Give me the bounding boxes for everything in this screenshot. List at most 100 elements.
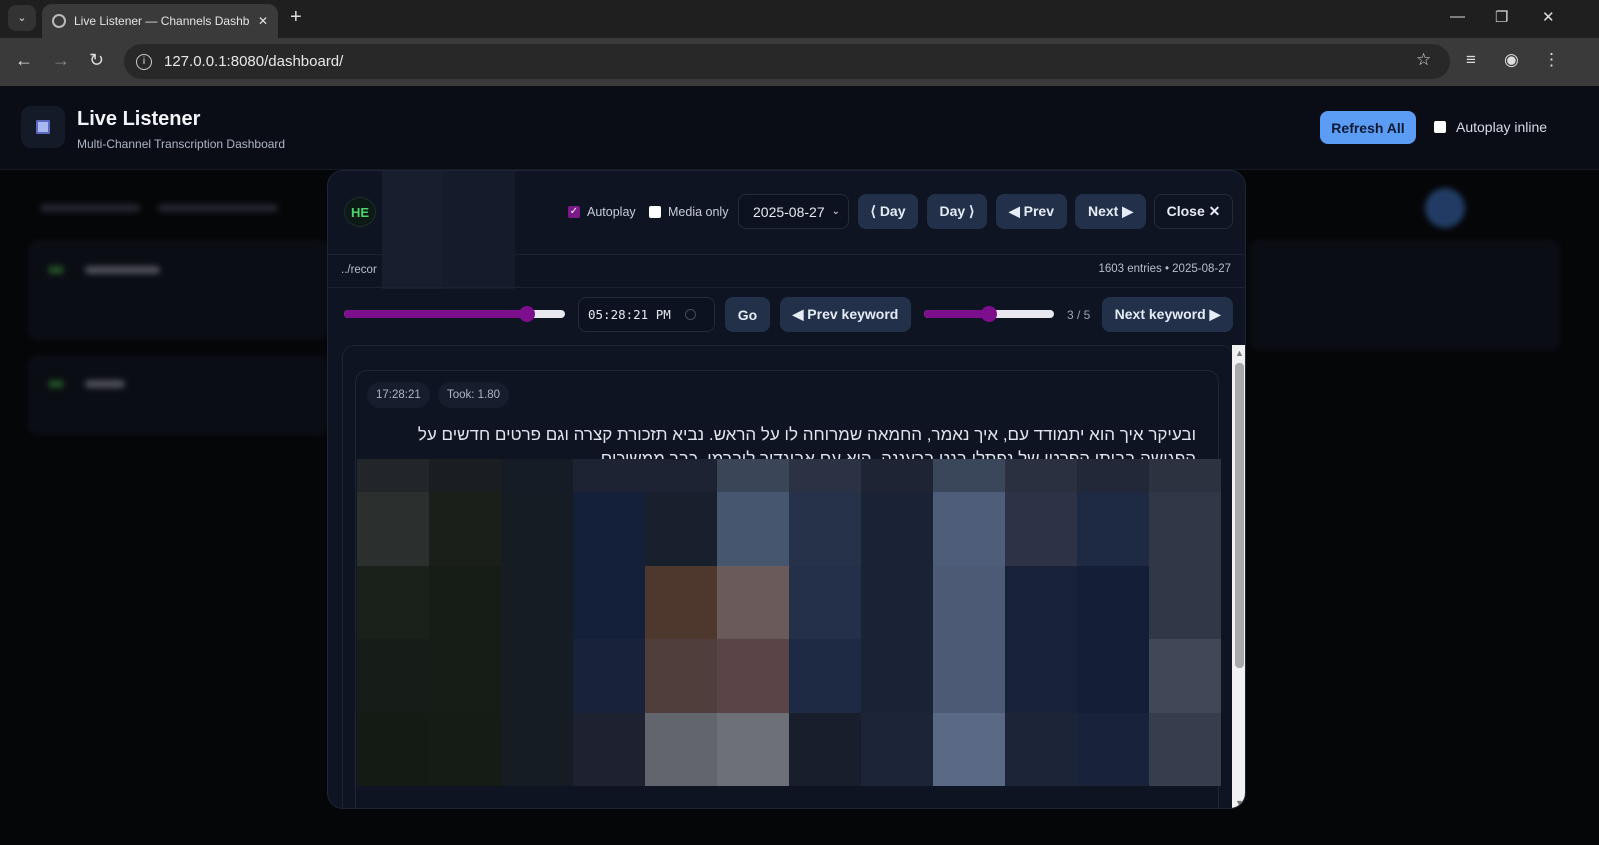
forward-icon[interactable]: → bbox=[52, 50, 70, 71]
media-pixel bbox=[717, 459, 789, 492]
scroll-up-icon[interactable]: ▲ bbox=[1235, 348, 1244, 358]
keyword-slider[interactable] bbox=[924, 306, 1054, 322]
browser-tab[interactable]: Live Listener — Channels Dashb ✕ bbox=[42, 4, 278, 38]
channel-card bbox=[28, 355, 328, 435]
media-pixel bbox=[1005, 459, 1077, 492]
entry-time: 17:28:21 bbox=[367, 382, 430, 408]
media-pixel bbox=[501, 459, 573, 492]
browser-toolbar: ← → ↻ i 127.0.0.1:8080/dashboard/ ☆ ≡ ◉ … bbox=[0, 38, 1599, 86]
tab-search-button[interactable]: ⌄ bbox=[8, 5, 36, 31]
media-pixel bbox=[645, 492, 717, 566]
address-bar[interactable]: i 127.0.0.1:8080/dashboard/ bbox=[124, 44, 1450, 79]
divider bbox=[328, 287, 1245, 288]
media-pixel bbox=[357, 713, 429, 786]
media-pixel bbox=[861, 459, 933, 492]
autoplay-inline-toggle[interactable]: Autoplay inline bbox=[1434, 119, 1547, 135]
profile-icon[interactable]: ◉ bbox=[1504, 50, 1519, 70]
media-pixel bbox=[789, 492, 861, 566]
app-title: Live Listener bbox=[77, 108, 201, 130]
transcript-feed[interactable]: 17:28:21 Took: 1.80 ובעיקר איך הוא יתמוד… bbox=[342, 345, 1234, 808]
feed-scrollbar[interactable]: ▲ ▼ bbox=[1232, 345, 1245, 808]
autoplay-label: Autoplay bbox=[587, 205, 636, 219]
media-pixel bbox=[861, 566, 933, 639]
date-select[interactable]: 2025-08-27 ⌄ bbox=[738, 194, 849, 229]
media-pixel bbox=[357, 492, 429, 566]
media-pixel bbox=[645, 459, 717, 492]
media-pixel bbox=[861, 492, 933, 566]
close-tab-icon[interactable]: ✕ bbox=[258, 14, 268, 28]
reload-icon[interactable]: ↻ bbox=[89, 50, 104, 71]
keyword-handle[interactable] bbox=[981, 306, 997, 322]
next-keyword-button[interactable]: Next keyword ▶ bbox=[1102, 297, 1233, 332]
media-pixel bbox=[933, 713, 1005, 786]
next-day-button[interactable]: Day ⟩ bbox=[927, 194, 987, 229]
new-tab-button[interactable]: + bbox=[290, 6, 302, 29]
media-pixel bbox=[1005, 566, 1077, 639]
media-pixel bbox=[717, 713, 789, 786]
transcript-modal: HE ✓ Autoplay Media only 2025-08-27 ⌄ ⟨ Da… bbox=[327, 170, 1246, 809]
keyword-fill bbox=[924, 310, 989, 318]
window-close-button[interactable]: ✕ bbox=[1542, 8, 1555, 26]
prev-button[interactable]: ◀ Prev bbox=[996, 194, 1067, 229]
media-pixel bbox=[1077, 713, 1149, 786]
next-button[interactable]: Next ▶ bbox=[1075, 194, 1146, 229]
media-pixel bbox=[789, 639, 861, 713]
bookmark-star-icon[interactable]: ☆ bbox=[1416, 50, 1431, 70]
minimize-button[interactable]: — bbox=[1450, 8, 1465, 25]
autoplay-toggle[interactable]: ✓ Autoplay bbox=[568, 205, 636, 219]
media-pixel bbox=[1077, 566, 1149, 639]
scrollbar-thumb[interactable] bbox=[1235, 363, 1244, 668]
time-input[interactable]: 05:28:21 PM bbox=[578, 297, 715, 332]
url-text: 127.0.0.1:8080/dashboard/ bbox=[164, 53, 344, 70]
autoplay-inline-checkbox[interactable] bbox=[1434, 121, 1446, 133]
media-pixel bbox=[1005, 492, 1077, 566]
media-pixel bbox=[573, 639, 645, 713]
timeline-slider[interactable] bbox=[344, 306, 565, 322]
media-pixel bbox=[1077, 459, 1149, 492]
media-pixel bbox=[429, 459, 501, 492]
tab-title: Live Listener — Channels Dashb bbox=[74, 14, 250, 28]
chevron-down-icon: ⌄ bbox=[831, 206, 840, 217]
media-pixel bbox=[645, 639, 717, 713]
media-pixel bbox=[1005, 713, 1077, 786]
autoplay-checkbox[interactable]: ✓ bbox=[568, 206, 580, 218]
media-pixel bbox=[573, 459, 645, 492]
prev-keyword-button[interactable]: ◀ Prev keyword bbox=[780, 297, 911, 332]
media-thumbnail-pixelated[interactable] bbox=[357, 459, 1221, 789]
clock-icon[interactable] bbox=[684, 309, 696, 320]
close-button[interactable]: Close ✕ bbox=[1154, 194, 1233, 229]
back-icon[interactable]: ← bbox=[15, 50, 33, 71]
media-pixel bbox=[1077, 492, 1149, 566]
media-only-toggle[interactable]: Media only bbox=[649, 205, 728, 219]
blurred-button bbox=[1425, 188, 1465, 228]
media-pixel bbox=[1149, 459, 1221, 492]
media-pixel bbox=[717, 566, 789, 639]
media-pixel bbox=[429, 639, 501, 713]
redacted-region bbox=[382, 171, 442, 289]
media-pixel bbox=[861, 639, 933, 713]
media-pixel bbox=[501, 713, 573, 786]
timeline-handle[interactable] bbox=[519, 306, 536, 322]
media-pixel bbox=[1149, 492, 1221, 566]
language-badge: HE bbox=[344, 197, 376, 227]
entries-info: 1603 entries • 2025-08-27 bbox=[1098, 263, 1231, 275]
media-control-icon[interactable]: ≡ bbox=[1466, 50, 1476, 70]
app-header: Live Listener Multi-Channel Transcriptio… bbox=[0, 86, 1599, 170]
site-info-icon[interactable]: i bbox=[136, 53, 152, 70]
media-pixel bbox=[1149, 713, 1221, 786]
scroll-down-icon[interactable]: ▼ bbox=[1235, 798, 1244, 808]
media-pixel bbox=[573, 566, 645, 639]
media-only-checkbox[interactable] bbox=[649, 206, 661, 218]
restore-button[interactable]: ❐ bbox=[1495, 8, 1508, 26]
go-button[interactable]: Go bbox=[725, 297, 770, 332]
refresh-all-button[interactable]: Refresh All bbox=[1320, 111, 1416, 144]
media-pixel bbox=[1077, 639, 1149, 713]
globe-icon bbox=[52, 14, 66, 28]
media-pixel bbox=[933, 639, 1005, 713]
prev-day-button[interactable]: ⟨ Day bbox=[858, 194, 918, 229]
menu-icon[interactable]: ⋮ bbox=[1543, 50, 1560, 70]
media-pixel bbox=[933, 566, 1005, 639]
media-pixel bbox=[933, 459, 1005, 492]
media-pixel bbox=[357, 639, 429, 713]
autoplay-inline-label: Autoplay inline bbox=[1456, 119, 1548, 135]
